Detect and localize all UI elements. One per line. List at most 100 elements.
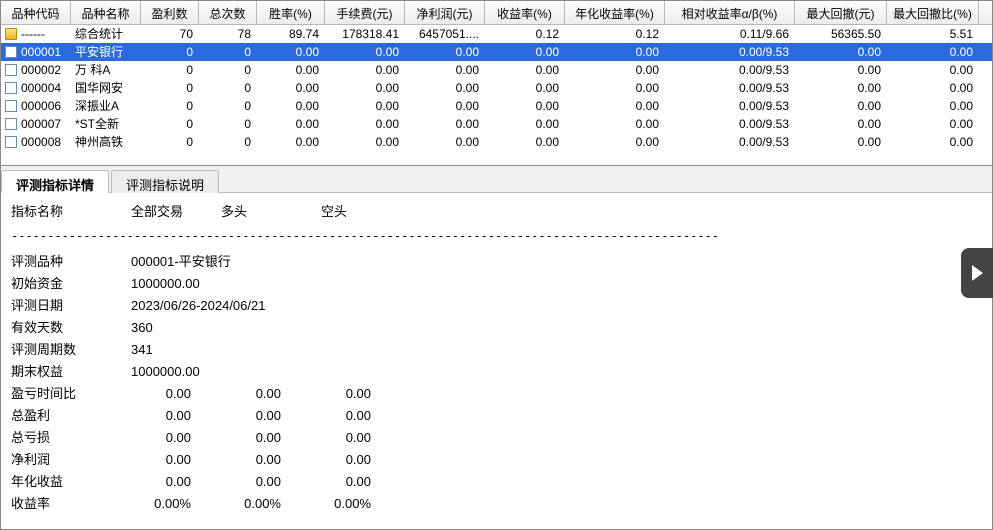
col-header-profit-count[interactable]: 盈利数: [141, 1, 199, 24]
value-total-profit-long: 0.00: [221, 405, 311, 427]
table-row[interactable]: 000008神州高铁000.000.000.000.000.000.00/9.5…: [1, 133, 992, 151]
col-header-annualreturn[interactable]: 年化收益率(%): [565, 1, 665, 24]
value-return-rate-all: 0.00%: [131, 493, 221, 515]
cell-fee: 0.00: [325, 43, 405, 61]
cell-return: 0.00: [485, 79, 565, 97]
label-initial-capital: 初始资金: [11, 273, 131, 295]
detail-head-long: 多头: [221, 201, 321, 223]
grid-column-headers: 品种代码 品种名称 盈利数 总次数 胜率(%) 手续费(元) 净利润(元) 收益…: [1, 1, 992, 25]
cell-maxdd: 0.00: [795, 43, 887, 61]
expand-right-button[interactable]: [961, 248, 993, 298]
table-row[interactable]: 000006深振业A000.000.000.000.000.000.00/9.5…: [1, 97, 992, 115]
value-annual-return-long: 0.00: [221, 471, 311, 493]
cell-alphabeta: 0.00/9.53: [665, 43, 795, 61]
value-net-profit-long: 0.00: [221, 449, 311, 471]
cell-return: 0.00: [485, 133, 565, 151]
col-header-name[interactable]: 品种名称: [71, 1, 141, 24]
col-header-alphabeta[interactable]: 相对收益率α/β(%): [665, 1, 795, 24]
col-header-netprofit[interactable]: 净利润(元): [405, 1, 485, 24]
cell-netprofit: 0.00: [405, 133, 485, 151]
row-ending-equity: 期末权益 1000000.00: [11, 361, 982, 383]
value-net-profit-short: 0.00: [311, 449, 401, 471]
cell-annualreturn: 0.00: [565, 43, 665, 61]
cell-maxdd: 0.00: [795, 79, 887, 97]
cell-maxddpct: 0.00: [887, 61, 979, 79]
row-initial-capital: 初始资金 1000000.00: [11, 273, 982, 295]
table-row[interactable]: 000002万 科A000.000.000.000.000.000.00/9.5…: [1, 61, 992, 79]
cell-annualreturn: 0.00: [565, 133, 665, 151]
document-icon: [5, 118, 17, 130]
cell-winrate: 0.00: [257, 61, 325, 79]
cell-maxddpct: 0.00: [887, 79, 979, 97]
col-header-return[interactable]: 收益率(%): [485, 1, 565, 24]
document-icon: [5, 100, 17, 112]
detail-head-name: 指标名称: [11, 201, 131, 223]
value-ending-equity: 1000000.00: [131, 361, 200, 383]
value-return-rate-long: 0.00%: [221, 493, 311, 515]
table-row[interactable]: 000004国华网安000.000.000.000.000.000.00/9.5…: [1, 79, 992, 97]
cell-name: 深振业A: [71, 97, 141, 115]
cell-maxddpct: 0.00: [887, 43, 979, 61]
cell-fee: 178318.41: [325, 25, 405, 43]
table-row[interactable]: 000007*ST全新000.000.000.000.000.000.00/9.…: [1, 115, 992, 133]
table-row[interactable]: ------综合统计707889.74178318.416457051....0…: [1, 25, 992, 43]
grid-body[interactable]: ------综合统计707889.74178318.416457051....0…: [1, 25, 992, 165]
value-pl-time-short: 0.00: [311, 383, 401, 405]
document-icon: [5, 64, 17, 76]
detail-area[interactable]: 指标名称 全部交易 多头 空头 ------------------------…: [1, 193, 992, 529]
cell-return: 0.00: [485, 115, 565, 133]
cell-winrate: 0.00: [257, 97, 325, 115]
row-net-profit: 净利润 0.00 0.00 0.00: [11, 449, 982, 471]
row-eval-date: 评测日期 2023/06/26-2024/06/21: [11, 295, 982, 317]
value-annual-return-short: 0.00: [311, 471, 401, 493]
col-header-code[interactable]: 品种代码: [1, 1, 71, 24]
cell-annualreturn: 0.00: [565, 61, 665, 79]
cell-total-count: 0: [199, 133, 257, 151]
tab-indicator-detail[interactable]: 评测指标详情: [1, 170, 109, 193]
cell-maxddpct: 0.00: [887, 115, 979, 133]
cell-winrate: 0.00: [257, 115, 325, 133]
label-net-profit: 净利润: [11, 449, 131, 471]
cell-netprofit: 6457051....: [405, 25, 485, 43]
cell-profit-count: 0: [141, 115, 199, 133]
cell-alphabeta: 0.11/9.66: [665, 25, 795, 43]
row-total-loss: 总亏损 0.00 0.00 0.00: [11, 427, 982, 449]
row-return-rate: 收益率 0.00% 0.00% 0.00%: [11, 493, 982, 515]
cell-winrate: 0.00: [257, 43, 325, 61]
cell-name: 平安银行: [71, 43, 141, 61]
value-net-profit-all: 0.00: [131, 449, 221, 471]
cell-return: 0.12: [485, 25, 565, 43]
document-icon: [5, 82, 17, 94]
cell-profit-count: 0: [141, 43, 199, 61]
cell-return: 0.00: [485, 43, 565, 61]
cell-annualreturn: 0.00: [565, 97, 665, 115]
table-row[interactable]: 000001平安银行000.000.000.000.000.000.00/9.5…: [1, 43, 992, 61]
cell-fee: 0.00: [325, 79, 405, 97]
label-instrument: 评测品种: [11, 251, 131, 273]
value-instrument: 000001-平安银行: [131, 251, 231, 273]
value-eval-periods: 341: [131, 339, 153, 361]
value-initial-capital: 1000000.00: [131, 273, 200, 295]
label-eval-periods: 评测周期数: [11, 339, 131, 361]
cell-netprofit: 0.00: [405, 79, 485, 97]
col-header-winrate[interactable]: 胜率(%): [257, 1, 325, 24]
value-total-loss-short: 0.00: [311, 427, 401, 449]
cell-winrate: 0.00: [257, 133, 325, 151]
detail-panel: 评测指标详情 评测指标说明 指标名称 全部交易 多头 空头 ----------…: [0, 166, 993, 530]
cell-code: 000002: [1, 61, 71, 79]
cell-code: 000008: [1, 133, 71, 151]
document-icon: [5, 136, 17, 148]
cell-name: 国华网安: [71, 79, 141, 97]
value-pl-time-all: 0.00: [131, 383, 221, 405]
play-right-icon: [972, 265, 983, 281]
cell-code: 000001: [1, 43, 71, 61]
col-header-maxdd[interactable]: 最大回撤(元): [795, 1, 887, 24]
col-header-fee[interactable]: 手续费(元): [325, 1, 405, 24]
col-header-total-count[interactable]: 总次数: [199, 1, 257, 24]
cell-name: 万 科A: [71, 61, 141, 79]
value-total-loss-long: 0.00: [221, 427, 311, 449]
cell-netprofit: 0.00: [405, 61, 485, 79]
cell-profit-count: 70: [141, 25, 199, 43]
col-header-maxddpct[interactable]: 最大回撤比(%): [887, 1, 979, 24]
tab-indicator-explain[interactable]: 评测指标说明: [111, 170, 219, 193]
